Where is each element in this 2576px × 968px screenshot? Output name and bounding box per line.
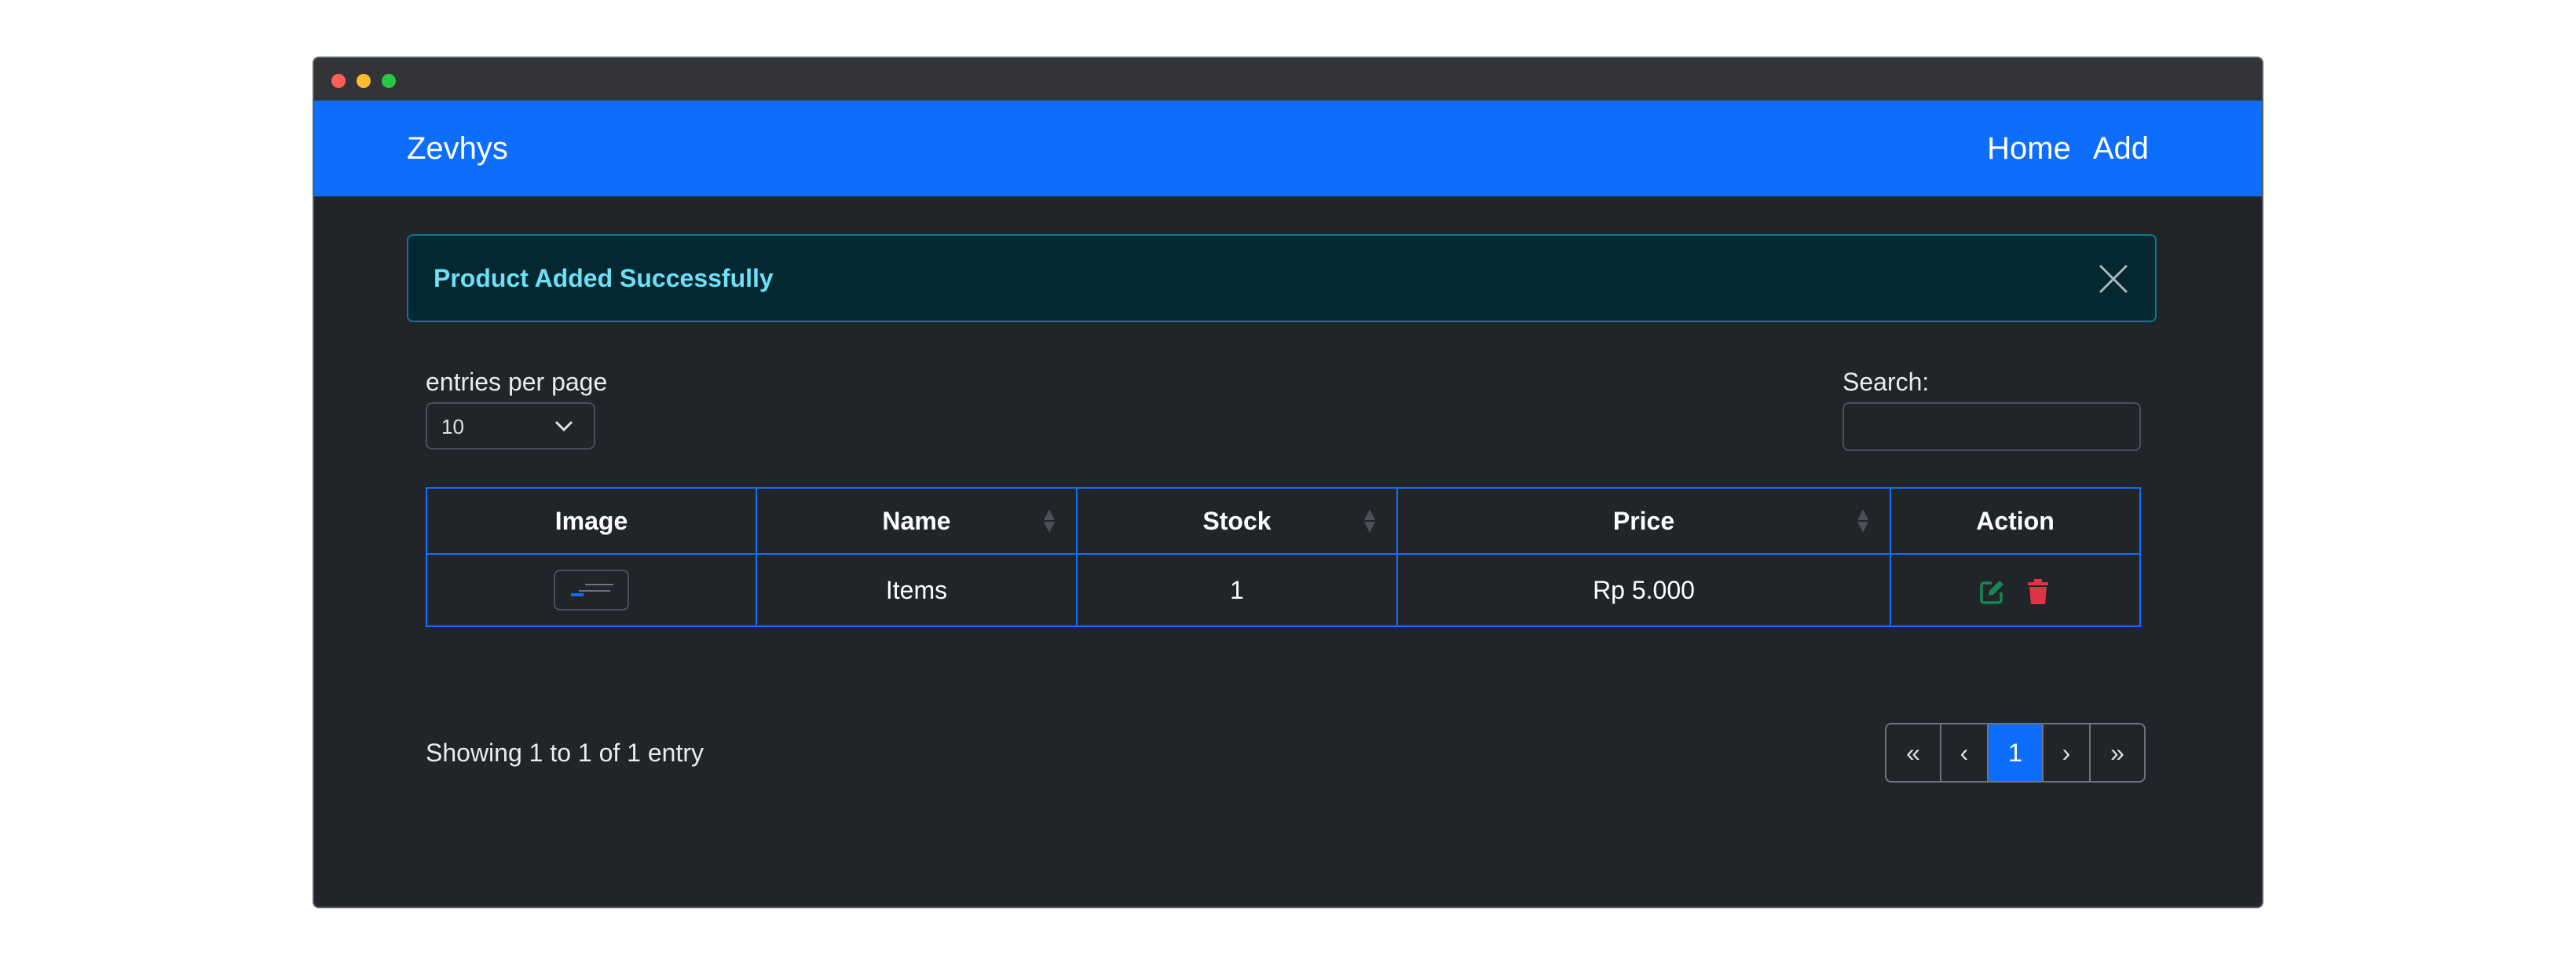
cell-action [1890, 553, 2141, 627]
navbar-brand[interactable]: Zevhys [407, 127, 508, 170]
pagination: « ‹ 1 › » [1885, 723, 2146, 783]
edit-icon[interactable] [1979, 578, 2006, 605]
page-next-button[interactable]: › [2044, 724, 2091, 781]
nav-link-add[interactable]: Add [2093, 127, 2149, 170]
product-thumbnail[interactable] [554, 570, 629, 610]
column-header-name[interactable]: Name [756, 487, 1078, 555]
page-1-button[interactable]: 1 [1989, 724, 2044, 781]
maximize-window-button[interactable] [382, 74, 396, 88]
entries-per-page-label: entries per page [426, 368, 608, 396]
entries-per-page-select[interactable]: 10 [426, 402, 595, 449]
alert-message: Product Added Successfully [434, 264, 774, 292]
column-header-price[interactable]: Price [1396, 487, 1891, 555]
trash-icon[interactable] [2025, 578, 2051, 605]
page-prev-button[interactable]: ‹ [1941, 724, 1989, 781]
column-header-action: Action [1890, 487, 2141, 555]
search-label: Search: [1842, 368, 1930, 396]
sort-icon [1857, 509, 1868, 533]
nav-link-home[interactable]: Home [1987, 127, 2071, 170]
navbar: Zevhys Home Add [314, 101, 2262, 196]
success-alert: Product Added Successfully [407, 234, 2157, 322]
sort-icon [1044, 509, 1055, 533]
table-row: Items 1 Rp 5.000 [426, 553, 2141, 627]
cell-name: Items [756, 553, 1078, 627]
cell-price: Rp 5.000 [1396, 553, 1891, 627]
minimize-window-button[interactable] [357, 74, 371, 88]
products-table: Image Name Stock Price Action Items 1 Rp… [426, 487, 2141, 627]
close-window-button[interactable] [331, 74, 346, 88]
search-input[interactable] [1842, 402, 2141, 451]
browser-window: Zevhys Home Add Product Added Successful… [314, 58, 2262, 907]
nav-links: Home Add [1987, 127, 2149, 170]
page-last-button[interactable]: » [2091, 724, 2144, 781]
chevron-down-icon [554, 420, 573, 432]
cell-stock: 1 [1076, 553, 1398, 627]
page-first-button[interactable]: « [1886, 724, 1941, 781]
table-header-row: Image Name Stock Price Action [426, 487, 2141, 555]
cell-image [426, 553, 757, 627]
window-titlebar [314, 58, 2262, 101]
column-header-image: Image [426, 487, 757, 555]
column-header-stock[interactable]: Stock [1076, 487, 1398, 555]
table-info: Showing 1 to 1 of 1 entry [426, 739, 704, 767]
entries-selected-value: 10 [441, 415, 464, 438]
sort-icon [1364, 509, 1375, 533]
close-icon[interactable] [2098, 264, 2128, 294]
